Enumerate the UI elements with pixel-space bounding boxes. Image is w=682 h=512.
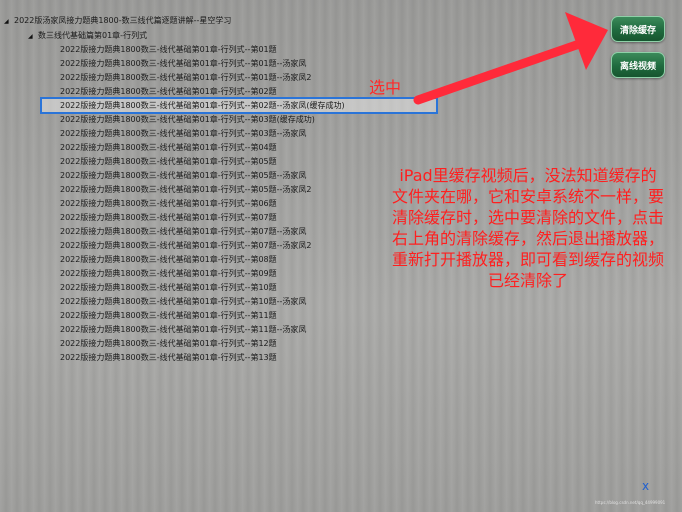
tree-item[interactable]: 2022版接力题典1800数三-线代基础第01章-行列式--第06题	[60, 197, 277, 211]
tree-item[interactable]: 2022版接力题典1800数三-线代基础第01章-行列式--第07题--汤家凤2	[60, 239, 312, 253]
tree-chapter[interactable]: ◢ 数三线代基础篇第01章-行列式	[28, 29, 147, 43]
instruction-note: iPad里缓存视频后，没法知道缓存的文件夹在哪，它和安卓系统不一样，要清除缓存时…	[392, 166, 665, 290]
tree-item[interactable]: 2022版接力题典1800数三-线代基础第01章-行列式--第07题--汤家凤	[60, 225, 306, 239]
collapse-triangle-icon[interactable]: ◢	[4, 15, 14, 29]
tree-item[interactable]: 2022版接力题典1800数三-线代基础第01章-行列式--第10题--汤家凤	[60, 295, 306, 309]
tree-item-selected[interactable]: 2022版接力题典1800数三-线代基础第01章-行列式--第02题--汤家凤(…	[40, 97, 438, 114]
tree-item[interactable]: 2022版接力题典1800数三-线代基础第01章-行列式--第03题(缓存成功)	[60, 113, 315, 127]
tree-item[interactable]: 2022版接力题典1800数三-线代基础第01章-行列式--第10题	[60, 281, 277, 295]
tree-item[interactable]: 2022版接力题典1800数三-线代基础第01章-行列式--第01题	[60, 43, 277, 57]
tree-item[interactable]: 2022版接力题典1800数三-线代基础第01章-行列式--第02题	[60, 85, 277, 99]
tree-item[interactable]: 2022版接力题典1800数三-线代基础第01章-行列式--第05题--汤家凤2	[60, 183, 312, 197]
tree-item[interactable]: 2022版接力题典1800数三-线代基础第01章-行列式--第04题	[60, 141, 277, 155]
offline-video-button[interactable]: 离线视频	[611, 52, 665, 78]
watermark: https://blog.csdn.net/qq_44999091	[595, 500, 666, 505]
tree-item[interactable]: 2022版接力题典1800数三-线代基础第01章-行列式--第05题--汤家凤	[60, 169, 306, 183]
collapse-triangle-icon[interactable]: ◢	[28, 30, 38, 44]
tree-item[interactable]: 2022版接力题典1800数三-线代基础第01章-行列式--第01题--汤家凤	[60, 57, 306, 71]
tree-root[interactable]: ◢ 2022版汤家凤接力题典1800-数三线代篇逐题讲解--星空学习	[4, 14, 231, 28]
red-arrow-icon	[413, 12, 608, 105]
tree-chapter-label: 数三线代基础篇第01章-行列式	[38, 31, 148, 40]
tree-item[interactable]: 2022版接力题典1800数三-线代基础第01章-行列式--第03题--汤家凤	[60, 127, 306, 141]
tree-item[interactable]: 2022版接力题典1800数三-线代基础第01章-行列式--第08题	[60, 253, 277, 267]
tree-root-label: 2022版汤家凤接力题典1800-数三线代篇逐题讲解--星空学习	[14, 16, 232, 25]
selected-annotation: 选中	[369, 78, 402, 97]
tree-item[interactable]: 2022版接力题典1800数三-线代基础第01章-行列式--第11题--汤家凤	[60, 323, 306, 337]
tree-item[interactable]: 2022版接力题典1800数三-线代基础第01章-行列式--第11题	[60, 309, 277, 323]
tree-item[interactable]: 2022版接力题典1800数三-线代基础第01章-行列式--第09题	[60, 267, 277, 281]
tree-item[interactable]: 2022版接力题典1800数三-线代基础第01章-行列式--第07题	[60, 211, 277, 225]
tree-item[interactable]: 2022版接力题典1800数三-线代基础第01章-行列式--第13题	[60, 351, 277, 365]
tree-item[interactable]: 2022版接力题典1800数三-线代基础第01章-行列式--第12题	[60, 337, 277, 351]
tree-item[interactable]: 2022版接力题典1800数三-线代基础第01章-行列式--第05题	[60, 155, 277, 169]
close-icon[interactable]: x	[642, 479, 649, 493]
tree-item[interactable]: 2022版接力题典1800数三-线代基础第01章-行列式--第01题--汤家凤2	[60, 71, 312, 85]
clear-cache-button[interactable]: 清除缓存	[611, 16, 665, 42]
